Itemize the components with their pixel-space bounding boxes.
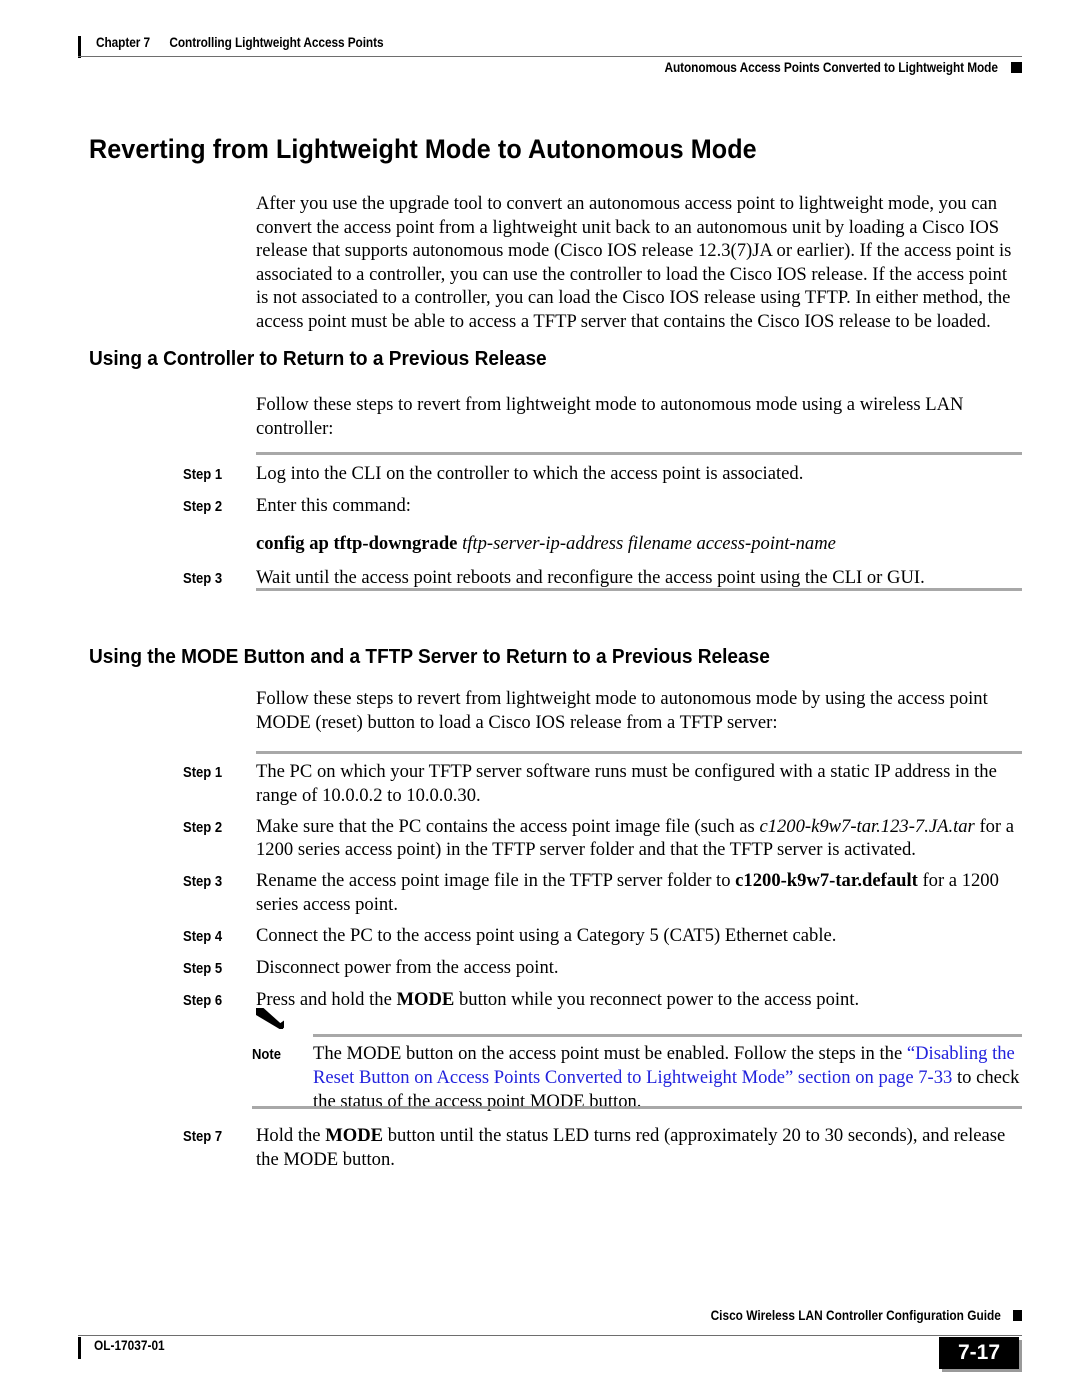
step-item: Step 2 Enter this command: config ap tft…	[183, 494, 1022, 556]
step-text-segment: Rename the access point image file in th…	[256, 870, 736, 892]
steps-list-controller: Step 1 Log into the CLI on the controlle…	[183, 462, 1022, 598]
step-item: Step 3 Wait until the access point reboo…	[183, 566, 1022, 591]
step-text-filename-italic: c1200-k9w7-tar.123-7.JA.tar	[759, 815, 975, 837]
header-chapter-title: Controlling Lightweight Access Points	[169, 35, 384, 50]
note-divider-top	[313, 1034, 1022, 1037]
header-section-block: Autonomous Access Points Converted to Li…	[619, 60, 1022, 75]
header-section-title: Autonomous Access Points Converted to Li…	[664, 60, 998, 75]
step-text-segment: Make sure that the PC contains the acces…	[256, 815, 760, 837]
step-label: Step 6	[183, 992, 223, 1009]
intro-paragraph: After you use the upgrade tool to conver…	[256, 193, 1012, 332]
step-label: Step 4	[183, 928, 223, 945]
footer-document-id: OL-17037-01	[94, 1338, 165, 1353]
document-page: Chapter 7 Controlling Lightweight Access …	[0, 0, 1080, 1397]
footer-guide-block: Cisco Wireless LAN Controller Configurat…	[671, 1308, 1022, 1323]
section-intro-mode-button: Follow these steps to revert from lightw…	[256, 688, 988, 733]
step-text: Enter this command: config ap tftp-downg…	[256, 494, 1022, 556]
note-text-segment: The MODE button on the access point must…	[313, 1043, 907, 1064]
cli-command-arguments: tftp-server-ip-address filename access-p…	[462, 532, 836, 554]
footer-tick-mark	[78, 1337, 81, 1359]
step-label: Step 3	[183, 570, 223, 587]
footer-divider	[78, 1335, 1022, 1336]
header-divider	[78, 56, 1022, 57]
step-text-segment: Hold the	[256, 1125, 326, 1146]
page-footer: Cisco Wireless LAN Controller Configurat…	[78, 1308, 1022, 1372]
section-intro-controller: Follow these steps to revert from lightw…	[256, 394, 964, 439]
step-text: Rename the access point image file in th…	[256, 869, 1022, 917]
step-item: Step 3 Rename the access point image fil…	[183, 869, 1022, 917]
step-label: Step 5	[183, 960, 223, 977]
step-text-line: Enter this command:	[256, 495, 411, 516]
cli-command-keyword: config ap tftp-downgrade	[256, 532, 458, 554]
steps-rule-bottom-1	[256, 588, 1022, 591]
steps-list-mode-button: Step 1 The PC on which your TFTP server …	[183, 760, 1022, 1020]
steps-list-after-note: Step 7 Hold the MODE button until the st…	[183, 1124, 1022, 1179]
step-text: The PC on which your TFTP server softwar…	[256, 761, 997, 806]
steps-rule-top-1	[256, 452, 1022, 455]
header-tick-mark	[78, 36, 81, 58]
steps-rule-top-2	[256, 751, 1022, 754]
step-item: Step 4 Connect the PC to the access poin…	[183, 924, 1022, 949]
step-text: Press and hold the MODE button while you…	[256, 988, 1022, 1012]
step-text-mode-bold: MODE	[325, 1125, 384, 1146]
section-heading-mode-button: Using the MODE Button and a TFTP Server …	[89, 645, 770, 668]
step-label: Step 3	[183, 874, 223, 891]
section-heading-controller: Using a Controller to Return to a Previo…	[89, 347, 547, 370]
cli-command: config ap tftp-downgrade tftp-server-ip-…	[256, 532, 1022, 556]
note-label: Note	[252, 1047, 282, 1063]
step-label: Step 1	[183, 765, 223, 781]
step-text: Connect the PC to the access point using…	[256, 924, 837, 946]
footer-square-marker-icon	[1013, 1310, 1022, 1321]
footer-guide-title: Cisco Wireless LAN Controller Configurat…	[710, 1308, 1001, 1323]
note-divider-bottom	[252, 1106, 1022, 1109]
pencil-icon	[256, 1008, 284, 1029]
step-item: Step 2 Make sure that the PC contains th…	[183, 815, 1022, 863]
step-item: Step 5 Disconnect power from the access …	[183, 956, 1022, 981]
step-label: Step 2	[183, 819, 223, 836]
note-text: The MODE button on the access point must…	[313, 1042, 1022, 1113]
header-chapter-line: Chapter 7 Controlling Lightweight Access …	[96, 35, 384, 50]
step-item: Step 7 Hold the MODE button until the st…	[183, 1124, 1022, 1172]
step-text-segment: button while you reconnect power to the …	[454, 988, 860, 1010]
header-chapter-number: Chapter 7	[96, 35, 151, 50]
step-text: Log into the CLI on the controller to wh…	[256, 463, 804, 484]
page-header: Chapter 7 Controlling Lightweight Access …	[78, 32, 1022, 84]
step-label: Step 2	[183, 499, 223, 515]
step-item: Step 1 The PC on which your TFTP server …	[183, 760, 1022, 808]
note-content-row: Note The MODE button on the access point…	[252, 1042, 1022, 1113]
step-text-filename-bold: c1200-k9w7-tar.default	[735, 870, 918, 892]
header-square-marker-icon	[1011, 62, 1022, 73]
page-title: Reverting from Lightweight Mode to Auton…	[89, 134, 757, 164]
step-label: Step 7	[183, 1129, 223, 1145]
step-text: Disconnect power from the access point.	[256, 956, 559, 978]
step-item: Step 6 Press and hold the MODE button wh…	[183, 988, 1022, 1013]
step-text-mode-bold: MODE	[396, 988, 455, 1010]
step-label: Step 1	[183, 467, 223, 483]
step-text: Hold the MODE button until the status LE…	[256, 1124, 1022, 1172]
step-text: Make sure that the PC contains the acces…	[256, 815, 1022, 863]
page-number-badge: 7-17	[939, 1337, 1019, 1369]
step-text: Wait until the access point reboots and …	[256, 566, 925, 588]
step-item: Step 1 Log into the CLI on the controlle…	[183, 462, 1022, 487]
